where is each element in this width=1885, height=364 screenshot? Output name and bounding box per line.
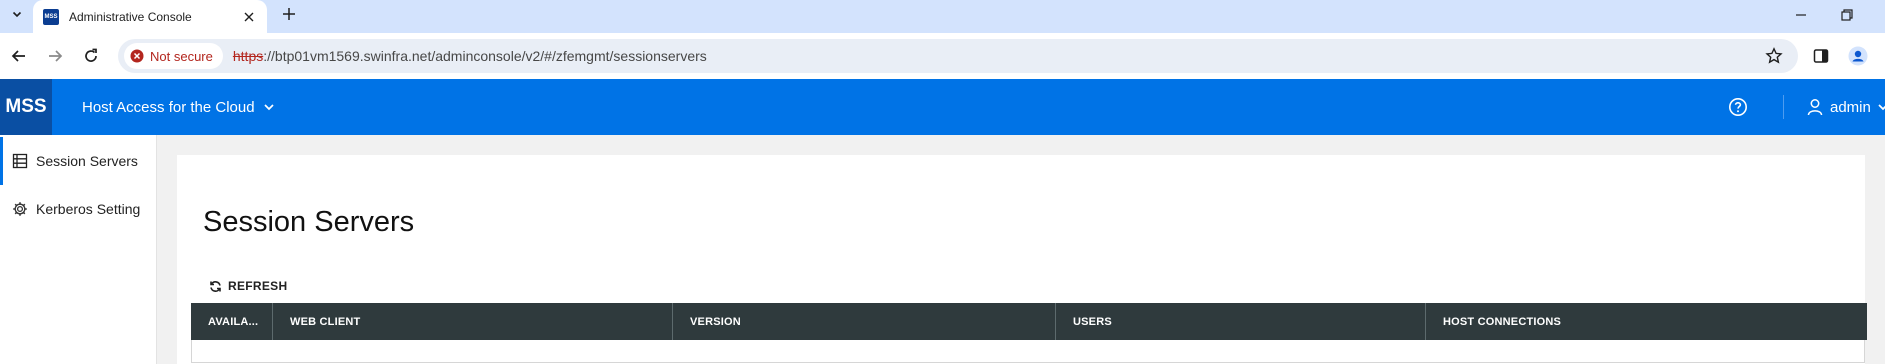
browser-toolbar: Not secure https://btp01vm1569.swinfra.n…: [0, 33, 1885, 79]
server-list-icon: [12, 153, 28, 169]
tab-title: Administrative Console: [69, 9, 192, 24]
sidebar-item-kerberos-setting[interactable]: Kerberos Setting: [0, 185, 157, 233]
user-icon: [1807, 99, 1823, 116]
column-header-availability[interactable]: AVAILA...: [191, 303, 273, 340]
minimize-icon[interactable]: [1790, 4, 1812, 26]
refresh-icon: [210, 280, 221, 292]
security-chip[interactable]: Not secure: [124, 43, 223, 69]
gear-icon: [13, 202, 27, 216]
page-title: Session Servers: [203, 206, 415, 238]
grid-header: AVAILA... WEB CLIENT VERSION USERS HOST …: [191, 303, 1867, 340]
sidebar-item-session-servers[interactable]: Session Servers: [0, 137, 157, 185]
browser-tab[interactable]: MSS Administrative Console: [33, 0, 267, 33]
refresh-label: REFRESH: [228, 279, 288, 293]
sidebar: Session Servers Kerberos Setting: [0, 135, 157, 364]
profile-avatar-icon[interactable]: [1847, 45, 1869, 67]
not-secure-icon: [130, 49, 144, 63]
browser-tab-strip: MSS Administrative Console: [0, 0, 1885, 33]
restore-window-icon[interactable]: [1836, 4, 1858, 26]
sidebar-item-label: Session Servers: [36, 153, 138, 169]
user-name: admin: [1830, 98, 1871, 116]
tab-search-icon[interactable]: [6, 3, 28, 25]
chevron-down-icon: [1878, 104, 1885, 111]
help-icon[interactable]: [1726, 95, 1750, 119]
favicon-icon: MSS: [43, 8, 59, 25]
header-divider: [1783, 95, 1784, 119]
side-panel-icon[interactable]: [1810, 45, 1832, 67]
url-protocol: https: [232, 48, 264, 64]
forward-arrow-icon[interactable]: [44, 45, 66, 67]
column-header-users[interactable]: USERS: [1056, 303, 1426, 340]
address-bar[interactable]: Not secure https://btp01vm1569.swinfra.n…: [118, 39, 1798, 73]
new-tab-plus-icon[interactable]: [278, 3, 300, 25]
product-menu[interactable]: Host Access for the Cloud: [82, 79, 275, 135]
column-header-web-client[interactable]: WEB CLIENT: [273, 303, 673, 340]
app-header: MSS Host Access for the Cloud admin: [0, 79, 1885, 135]
sidebar-item-label: Kerberos Setting: [36, 201, 141, 217]
session-servers-grid: AVAILA... WEB CLIENT VERSION USERS HOST …: [191, 303, 1867, 363]
product-name: Host Access for the Cloud: [82, 98, 255, 116]
bookmark-star-icon[interactable]: [1764, 46, 1784, 66]
back-arrow-icon[interactable]: [8, 45, 30, 67]
security-label: Not secure: [150, 48, 213, 64]
column-header-host-connections[interactable]: HOST CONNECTIONS: [1426, 303, 1867, 340]
reload-icon[interactable]: [80, 45, 102, 67]
column-header-version[interactable]: VERSION: [673, 303, 1056, 340]
content-card: Session Servers REFRESH AVAILA... WEB CL…: [177, 155, 1867, 364]
user-menu[interactable]: admin: [1806, 79, 1885, 135]
chevron-down-icon: [263, 104, 274, 111]
refresh-button[interactable]: REFRESH: [209, 275, 287, 297]
mss-logo: MSS: [0, 79, 52, 135]
close-icon[interactable]: [241, 9, 257, 25]
main-content: Session Servers REFRESH AVAILA... WEB CL…: [157, 135, 1885, 364]
url-text[interactable]: https://btp01vm1569.swinfra.net/admincon…: [233, 48, 707, 64]
url-path: ://btp01vm1569.swinfra.net/adminconsole/…: [263, 48, 707, 64]
